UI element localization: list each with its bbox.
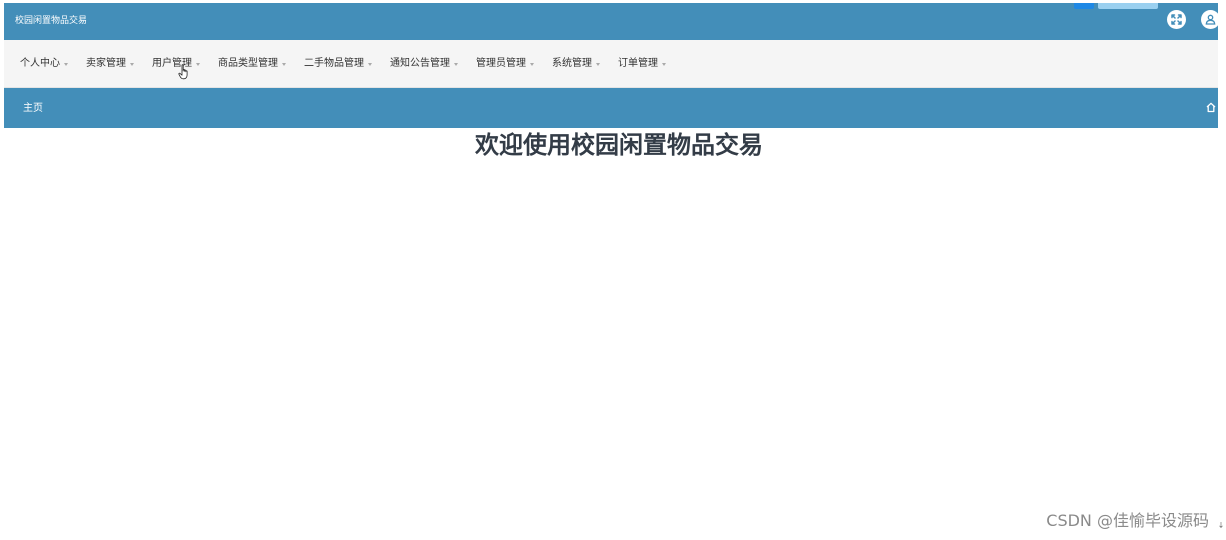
welcome-title: 欢迎使用校园闲置物品交易 [475, 131, 763, 159]
hand-cursor-icon [178, 64, 188, 80]
chevron-down-icon [530, 63, 534, 66]
app-root: 校园闲置物品交易 个人中心 卖家管理 用户管理 商品类型管理 二手物品管理 通知… [0, 0, 1226, 540]
menu-item-label: 卖家管理 [86, 58, 126, 69]
menu-item-system-management[interactable]: 系统管理 [552, 57, 600, 71]
breadcrumb-bar: 主页 [4, 88, 1218, 128]
chevron-down-icon [368, 63, 372, 66]
chevron-down-icon [454, 63, 458, 66]
menu-item-admin-management[interactable]: 管理员管理 [476, 57, 534, 71]
menu-item-label: 管理员管理 [476, 58, 526, 69]
menu-item-order-management[interactable]: 订单管理 [618, 57, 666, 71]
chevron-down-icon [196, 63, 200, 66]
menu-item-user-management[interactable]: 用户管理 [152, 57, 200, 71]
menu-item-secondhand-goods-management[interactable]: 二手物品管理 [304, 57, 372, 71]
menu-item-label: 系统管理 [552, 58, 592, 69]
menu-item-label: 通知公告管理 [390, 58, 450, 69]
fullscreen-icon[interactable] [1167, 10, 1186, 29]
app-title: 校园闲置物品交易 [15, 16, 88, 26]
top-badge [1074, 3, 1094, 9]
chevron-down-icon [64, 63, 68, 66]
menu-item-label: 二手物品管理 [304, 58, 364, 69]
menu-item-notice-management[interactable]: 通知公告管理 [390, 57, 458, 71]
breadcrumb-home[interactable]: 主页 [23, 102, 43, 115]
menu-item-label: 订单管理 [618, 58, 658, 69]
chevron-down-icon [596, 63, 600, 66]
chevron-down-icon [130, 63, 134, 66]
menu-item-label: 商品类型管理 [218, 58, 278, 69]
top-badge-secondary [1098, 3, 1158, 9]
chevron-down-icon [662, 63, 666, 66]
top-header: 校园闲置物品交易 [4, 3, 1220, 40]
menu-item-label: 个人中心 [20, 58, 60, 69]
csdn-watermark: CSDN @佳愉毕设源码 [1046, 511, 1209, 530]
menu-item-product-type-management[interactable]: 商品类型管理 [218, 57, 286, 71]
user-icon[interactable] [1201, 10, 1220, 29]
menu-item-personal-center[interactable]: 个人中心 [20, 57, 68, 71]
home-icon[interactable] [1206, 102, 1216, 113]
corner-arrow-icon [1219, 522, 1223, 528]
menu-item-seller-management[interactable]: 卖家管理 [86, 57, 134, 71]
menu-list: 个人中心 卖家管理 用户管理 商品类型管理 二手物品管理 通知公告管理 管理员管… [20, 40, 684, 88]
chevron-down-icon [282, 63, 286, 66]
